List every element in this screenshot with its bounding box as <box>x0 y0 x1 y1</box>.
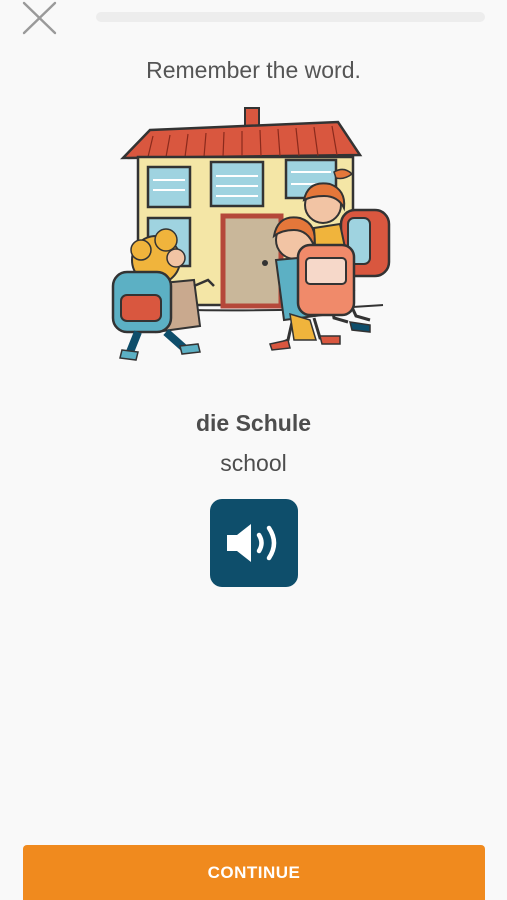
instruction-text: Remember the word. <box>146 57 361 83</box>
word-german: die Schule <box>195 410 312 436</box>
continue-button[interactable]: CONTINUE <box>23 845 485 900</box>
progress-bar <box>96 12 485 22</box>
close-button[interactable] <box>20 0 60 36</box>
speaker-icon <box>227 524 277 562</box>
close-icon <box>22 1 57 35</box>
play-audio-button[interactable] <box>210 499 298 587</box>
school-illustration <box>111 107 391 361</box>
word-translation: school <box>220 450 287 476</box>
